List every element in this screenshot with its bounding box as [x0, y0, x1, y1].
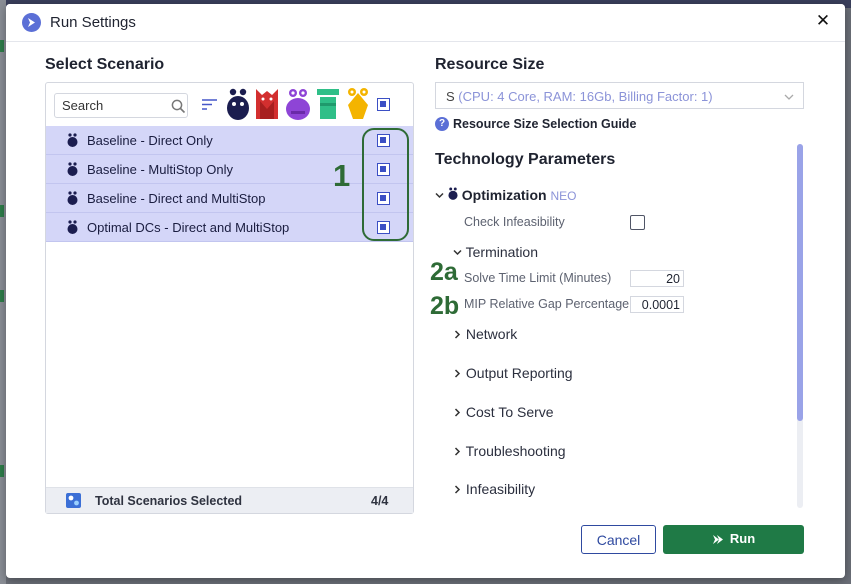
resource-size-guide-link[interactable]: Resource Size Selection Guide	[453, 117, 636, 131]
cancel-button[interactable]: Cancel	[581, 525, 656, 554]
scenarios-selected-icon	[66, 493, 81, 513]
background-marker	[0, 40, 4, 52]
select-scenario-title: Select Scenario	[45, 56, 165, 73]
total-selected-label: Total Scenarios Selected	[95, 494, 243, 508]
hopper-icon[interactable]	[316, 87, 340, 126]
resource-size-value: S (CPU: 4 Core, RAM: 16Gb, Billing Facto…	[446, 89, 713, 104]
optimization-label: Optimization	[461, 187, 547, 203]
select-all-checkbox[interactable]	[377, 98, 390, 111]
mip-gap-label: MIP Relative Gap Percentage	[464, 297, 630, 311]
check-infeasibility-checkbox[interactable]	[630, 215, 645, 230]
network-label: Network	[465, 326, 518, 342]
cost-to-serve-section[interactable]: Cost To Serve	[453, 404, 554, 420]
scenario-row[interactable]: Baseline - MultiStop Only	[46, 155, 413, 184]
scenario-label: Optimal DCs - Direct and MultiStop	[87, 220, 290, 235]
background-marker	[0, 290, 4, 302]
search-icon[interactable]	[171, 99, 186, 119]
sort-icon[interactable]	[202, 97, 217, 115]
output-reporting-label: Output Reporting	[465, 365, 573, 381]
solve-time-limit-input[interactable]	[630, 270, 684, 287]
annotation-label-2b: 2b	[430, 292, 460, 320]
network-section[interactable]: Network	[453, 326, 517, 342]
annotation-label-2a: 2a	[430, 258, 458, 286]
throg-icon[interactable]	[254, 87, 280, 126]
app-logo-icon	[22, 13, 41, 32]
total-selected-count: 4/4	[371, 494, 389, 508]
output-reporting-section[interactable]: Output Reporting	[453, 365, 573, 381]
scenario-footer: Total Scenarios Selected 4/4	[46, 487, 413, 513]
scenario-panel: Baseline - Direct Only Baseline - MultiS…	[45, 82, 414, 514]
chevron-down-icon[interactable]	[435, 187, 444, 203]
resource-size-title: Resource Size	[435, 56, 545, 73]
scenario-row[interactable]: Baseline - Direct and MultiStop	[46, 184, 413, 213]
triad-icon[interactable]	[346, 87, 370, 126]
run-label: Run	[729, 531, 756, 547]
neo-icon[interactable]	[226, 87, 250, 126]
scenario-label: Baseline - Direct and MultiStop	[87, 191, 266, 206]
chevron-down-icon[interactable]	[784, 90, 794, 105]
neo-icon	[67, 220, 78, 239]
troubleshooting-label: Troubleshooting	[465, 443, 566, 459]
scrollbar-thumb[interactable]	[797, 144, 803, 421]
search-input[interactable]	[55, 94, 165, 117]
optimization-section[interactable]: Optimization NEO	[435, 187, 576, 203]
annotation-label-1: 1	[333, 158, 351, 193]
mip-gap-input[interactable]	[630, 296, 684, 313]
chevron-right-icon[interactable]	[453, 404, 462, 420]
chevron-right-icon[interactable]	[453, 481, 462, 497]
infeasibility-label: Infeasibility	[465, 481, 536, 497]
dialog-title: Run Settings	[50, 14, 136, 31]
cost-to-serve-label: Cost To Serve	[465, 404, 554, 420]
help-icon: ?	[435, 117, 449, 131]
dialog-titlebar: Run Settings ✕	[6, 4, 845, 42]
chevron-right-icon[interactable]	[453, 443, 462, 459]
resource-size-select[interactable]: S (CPU: 4 Core, RAM: 16Gb, Billing Facto…	[435, 82, 804, 109]
scenario-row[interactable]: Baseline - Direct Only	[46, 126, 413, 155]
scenario-toolbar	[46, 83, 413, 125]
parameters-scrollbar[interactable]	[797, 144, 803, 508]
technology-parameters-panel: Optimization NEO Check Infeasibility Ter…	[430, 180, 795, 510]
scenario-list: Baseline - Direct Only Baseline - MultiS…	[46, 126, 413, 242]
annotation-highlight-box	[362, 128, 409, 241]
run-icon	[712, 533, 724, 548]
solve-time-limit-label: Solve Time Limit (Minutes)	[464, 271, 612, 285]
scenario-label: Baseline - Direct Only	[87, 133, 213, 148]
technology-parameters-title: Technology Parameters	[435, 151, 616, 168]
neo-icon	[67, 162, 78, 181]
scenario-row[interactable]: Optimal DCs - Direct and MultiStop	[46, 213, 413, 242]
neo-icon	[67, 191, 78, 210]
scenario-label: Baseline - MultiStop Only	[87, 162, 233, 177]
background-marker	[0, 465, 4, 477]
chevron-right-icon[interactable]	[453, 326, 462, 342]
termination-section[interactable]: Termination	[453, 244, 538, 260]
neo-icon	[448, 187, 458, 203]
optimization-tag: NEO	[550, 189, 577, 203]
neo-icon	[67, 133, 78, 152]
troubleshooting-section[interactable]: Troubleshooting	[453, 443, 566, 459]
check-infeasibility-label: Check Infeasibility	[464, 215, 565, 229]
dendro-icon[interactable]	[285, 87, 311, 126]
infeasibility-section[interactable]: Infeasibility	[453, 481, 535, 497]
run-button[interactable]: Run	[663, 525, 804, 554]
run-settings-dialog: Run Settings ✕ Select Scenario Search Ba…	[6, 4, 845, 578]
close-button[interactable]: ✕	[812, 10, 834, 32]
chevron-right-icon[interactable]	[453, 365, 462, 381]
search-box	[54, 93, 188, 118]
termination-label: Termination	[465, 244, 539, 260]
background-marker	[0, 205, 4, 217]
